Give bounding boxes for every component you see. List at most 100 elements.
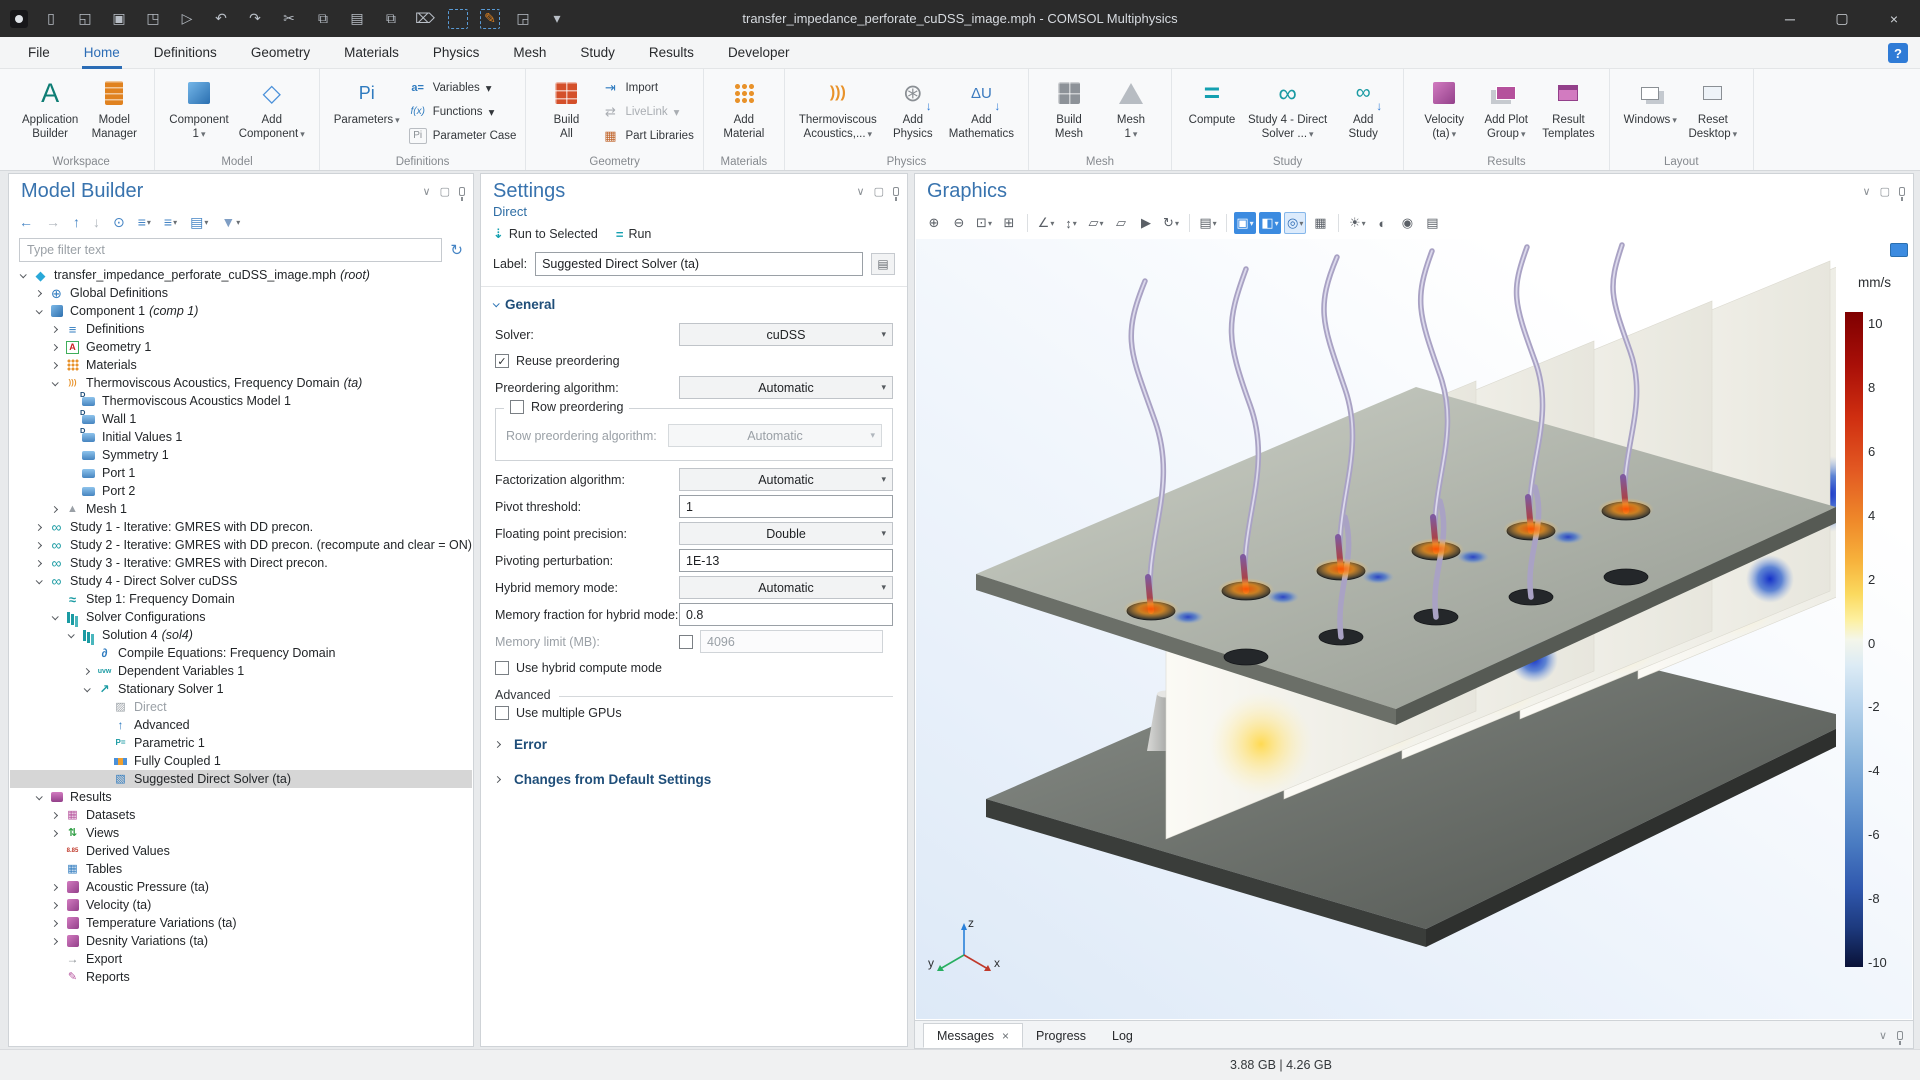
ribbon-button-component-1[interactable]: Component1▾ — [164, 72, 233, 144]
save-icon[interactable]: ▣ — [108, 8, 130, 30]
ribbon-button-livelink[interactable]: ⇄LiveLink▾ — [601, 102, 693, 121]
tree-node[interactable]: ∞Study 2 - Iterative: GMRES with DD prec… — [10, 536, 472, 554]
undo-icon[interactable]: ↶ — [210, 8, 232, 30]
chevron-down-icon[interactable]: ∨ — [1879, 1029, 1887, 1042]
chevron-collapsed-icon[interactable] — [35, 559, 42, 566]
chevron-collapsed-icon[interactable] — [51, 901, 58, 908]
tree-node[interactable]: ▲Mesh 1 — [10, 500, 472, 518]
panel-float-icon[interactable]: ▢ — [874, 185, 884, 198]
checkbox[interactable] — [679, 635, 693, 649]
menu-physics[interactable]: Physics — [431, 37, 482, 69]
scene-light-button[interactable]: ☀▾ — [1346, 212, 1368, 234]
copy-icon[interactable]: ⧉ — [312, 8, 334, 30]
chevron-collapsed-icon[interactable] — [35, 523, 42, 530]
tree-node[interactable]: Temperature Variations (ta) — [10, 914, 472, 932]
tree-node[interactable]: ⊕Global Definitions — [10, 284, 472, 302]
ribbon-button-study4-direct-solver[interactable]: ∞Study 4 - DirectSolver ...▾ — [1243, 72, 1332, 144]
menu-study[interactable]: Study — [578, 37, 617, 69]
dropdown-floating-point-precision-[interactable]: Double▾ — [679, 522, 893, 545]
collapse-sort-icon[interactable]: ≡▾ — [164, 214, 177, 230]
ribbon-button-add-component[interactable]: ◇AddComponent▾ — [234, 72, 310, 144]
tree-node[interactable]: Solution 4(sol4) — [10, 626, 472, 644]
ribbon-button-functions[interactable]: f(x)Functions▾ — [409, 102, 517, 121]
window-split-button[interactable]: ◧▾ — [1259, 212, 1281, 234]
input-memory-fraction-for-hybrid-mode-[interactable]: 0.8 — [679, 603, 893, 626]
dropdown-solver-[interactable]: cuDSS▾ — [679, 323, 893, 346]
snapshot-button[interactable]: ◉ — [1396, 212, 1418, 234]
new-file-icon[interactable]: ▯ — [40, 8, 62, 30]
chevron-collapsed-icon[interactable] — [51, 361, 58, 368]
ribbon-button-result-templates[interactable]: ResultTemplates — [1537, 72, 1599, 144]
tree-node[interactable]: ▨Direct — [10, 698, 472, 716]
chevron-collapsed-icon[interactable] — [51, 811, 58, 818]
plot-indicator-icon[interactable] — [1890, 243, 1908, 257]
chevron-collapsed-icon[interactable] — [51, 937, 58, 944]
tree-node[interactable]: AGeometry 1 — [10, 338, 472, 356]
chevron-collapsed-icon[interactable] — [51, 325, 58, 332]
chevron-expanded-icon[interactable] — [52, 613, 59, 620]
open-file-icon[interactable]: ◱ — [74, 8, 96, 30]
tree-node[interactable]: ✎Reports — [10, 968, 472, 986]
menu-home[interactable]: Home — [82, 37, 122, 69]
tree-node[interactable]: ∂Compile Equations: Frequency Domain — [10, 644, 472, 662]
ribbon-button-import[interactable]: ⇥Import — [601, 78, 693, 97]
minimize-button[interactable]: ─ — [1764, 0, 1816, 37]
image-table-button[interactable]: ▦ — [1309, 212, 1331, 234]
chevron-expanded-icon[interactable] — [36, 793, 43, 800]
menu-definitions[interactable]: Definitions — [152, 37, 219, 69]
ribbon-button-velocity-ta[interactable]: Velocity(ta)▾ — [1413, 72, 1475, 144]
node-grouping-icon[interactable]: ▤▾ — [190, 214, 208, 231]
ribbon-button-application-builder[interactable]: AApplicationBuilder — [17, 72, 83, 144]
tree-filter-input[interactable]: Type filter text — [19, 238, 442, 262]
section-general[interactable]: General — [481, 287, 907, 318]
go-forward-icon[interactable]: → — [46, 214, 60, 230]
checkbox[interactable] — [495, 354, 509, 368]
go-back-icon[interactable]: ← — [19, 214, 33, 230]
help-icon[interactable]: ? — [1888, 43, 1908, 63]
run-to-selected-button[interactable]: ⇣Run to Selected — [493, 226, 598, 242]
chevron-collapsed-icon[interactable] — [83, 667, 90, 674]
move-up-icon[interactable]: ↑ — [73, 214, 80, 230]
ribbon-button-windows[interactable]: Windows▾ — [1619, 72, 1682, 129]
tab-log[interactable]: Log — [1099, 1023, 1146, 1048]
ribbon-button-add-study[interactable]: ∞AddStudy — [1332, 72, 1394, 144]
color-mode-button[interactable]: ▣▾ — [1234, 212, 1256, 234]
delete-icon[interactable]: ⌦ — [414, 8, 436, 30]
panel-pin-icon[interactable] — [1897, 1031, 1903, 1040]
menu-geometry[interactable]: Geometry — [249, 37, 312, 69]
view-plane-yz-button[interactable]: ▱ — [1110, 212, 1132, 234]
label-field-input[interactable]: Suggested Direct Solver (ta) — [535, 252, 863, 276]
close-icon[interactable]: × — [1002, 1029, 1009, 1043]
ribbon-button-addplot-group[interactable]: Add PlotGroup▾ — [1475, 72, 1537, 144]
checkbox[interactable] — [495, 706, 509, 720]
tree-node[interactable]: ▧Suggested Direct Solver (ta) — [10, 770, 472, 788]
panel-collapse-icon[interactable]: ∨ — [423, 185, 431, 198]
tree-node[interactable]: ∞Study 4 - Direct Solver cuDSS — [10, 572, 472, 590]
plot-windows-button[interactable]: ▤▾ — [1197, 212, 1219, 234]
chevron-expanded-icon[interactable] — [36, 577, 43, 584]
forward-icon[interactable]: ▷ — [176, 8, 198, 30]
ribbon-button-add-material[interactable]: AddMaterial — [713, 72, 775, 144]
tree-node[interactable]: ∞Study 1 - Iterative: GMRES with DD prec… — [10, 518, 472, 536]
tree-node[interactable]: ↑Advanced — [10, 716, 472, 734]
view-plane-xy-button[interactable]: ▱▾ — [1085, 212, 1107, 234]
preview-icon[interactable]: ◲ — [512, 8, 534, 30]
ribbon-button-mesh-1[interactable]: Mesh1▾ — [1100, 72, 1162, 144]
select-frame-icon[interactable] — [448, 9, 468, 29]
ribbon-button-parametercase[interactable]: PiParameter Case — [409, 126, 517, 145]
ribbon-button-model-manager[interactable]: ModelManager — [83, 72, 145, 144]
cut-icon[interactable]: ✂ — [278, 8, 300, 30]
ribbon-button-thermoviscous-acoustics[interactable]: )))ThermoviscousAcoustics,...▾ — [794, 72, 882, 144]
zoom-box-button[interactable]: ⊞ — [998, 212, 1020, 234]
tree-node[interactable]: Acoustic Pressure (ta) — [10, 878, 472, 896]
show-options-icon[interactable]: ⊙ — [113, 214, 125, 231]
input-pivot-threshold-[interactable]: 1 — [679, 495, 893, 518]
duplicate-icon[interactable]: ⧉ — [380, 8, 402, 30]
zoom-in-button[interactable]: ⊕ — [923, 212, 945, 234]
tree-node[interactable]: P=Parametric 1 — [10, 734, 472, 752]
menu-materials[interactable]: Materials — [342, 37, 401, 69]
chevron-collapsed-icon[interactable] — [51, 505, 58, 512]
ribbon-button-add-physics[interactable]: ⊛AddPhysics — [882, 72, 944, 144]
ribbon-button-partlibraries[interactable]: ▦Part Libraries — [601, 126, 693, 145]
expand-sort-icon[interactable]: ≡▾ — [138, 214, 151, 230]
